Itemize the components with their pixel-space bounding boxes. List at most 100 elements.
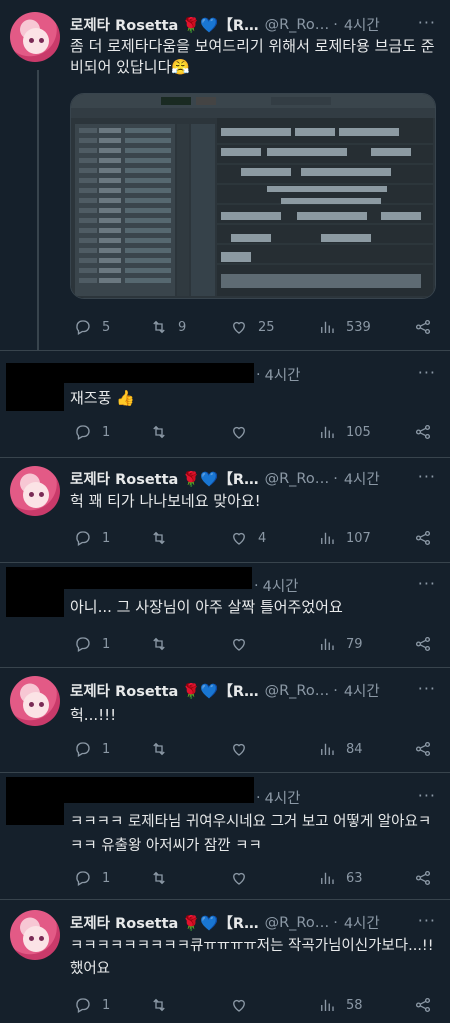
share-button[interactable] bbox=[414, 869, 432, 887]
timestamp[interactable]: 4시간 bbox=[344, 912, 380, 933]
reply-icon bbox=[76, 320, 90, 335]
share-button[interactable] bbox=[414, 423, 432, 441]
share-icon bbox=[415, 636, 431, 652]
views-button[interactable]: 105 bbox=[318, 423, 371, 441]
reply-button[interactable]: 1 bbox=[74, 635, 110, 653]
tweet-header: · 4시간 bbox=[254, 575, 299, 596]
timestamp[interactable]: 4시간 bbox=[263, 575, 299, 596]
share-button[interactable] bbox=[414, 740, 432, 758]
display-name[interactable]: 로제타 Rosetta bbox=[70, 680, 178, 701]
tweet-text: 헉 꽤 티가 나나보네요 맞아요! bbox=[70, 492, 261, 510]
views-button[interactable]: 63 bbox=[318, 869, 363, 887]
tweet-header: · 4시간 bbox=[256, 364, 301, 385]
views-button[interactable]: 79 bbox=[318, 635, 363, 653]
timestamp[interactable]: 4시간 bbox=[344, 680, 380, 701]
tweet[interactable]: 로제타 Rosetta 🌹💙【R… @R_Ro… · 4시간 ··· ㅋㅋㅋㅋㅋ… bbox=[0, 900, 450, 1023]
more-icon[interactable]: ··· bbox=[418, 363, 436, 382]
views-icon bbox=[321, 321, 334, 333]
tweet-image[interactable] bbox=[70, 93, 436, 299]
reply-button[interactable]: 1 bbox=[74, 869, 110, 887]
tweet-text: 아니... 그 사장님이 아주 살짝 틀어주었어요 bbox=[70, 598, 343, 616]
views-button[interactable]: 58 bbox=[318, 996, 363, 1014]
timestamp[interactable]: 4시간 bbox=[265, 787, 301, 808]
share-button[interactable] bbox=[414, 635, 432, 653]
timestamp[interactable]: 4시간 bbox=[265, 364, 301, 385]
share-button[interactable] bbox=[414, 318, 432, 336]
tweet-header: 로제타 Rosetta 🌹💙【R… @R_Ro… · 4시간 bbox=[70, 912, 380, 933]
display-name[interactable]: 로제타 Rosetta bbox=[70, 468, 178, 489]
name-badges: 🌹💙【R… bbox=[182, 18, 259, 34]
share-button[interactable] bbox=[414, 996, 432, 1014]
avatar[interactable] bbox=[10, 466, 60, 516]
tweet-actions: 5 9 25 539 bbox=[70, 316, 440, 338]
retweet-button[interactable] bbox=[150, 869, 168, 887]
retweet-button[interactable] bbox=[150, 740, 168, 758]
user-handle[interactable]: @R_Ro… bbox=[265, 17, 330, 33]
like-icon bbox=[233, 426, 245, 439]
views-button[interactable]: 84 bbox=[318, 740, 363, 758]
retweet-icon bbox=[153, 998, 165, 1012]
views-icon bbox=[321, 872, 334, 884]
share-button[interactable] bbox=[414, 529, 432, 547]
like-button[interactable] bbox=[230, 996, 248, 1014]
like-icon bbox=[233, 532, 245, 545]
retweet-button[interactable] bbox=[150, 529, 168, 547]
user-handle[interactable]: @R_Ro… bbox=[265, 471, 330, 487]
like-button[interactable] bbox=[230, 740, 248, 758]
tweet[interactable]: 로제타 Rosetta 🌹💙【R… @R_Ro… · 4시간 ··· 헉...!… bbox=[0, 668, 450, 772]
reply-count: 1 bbox=[102, 741, 111, 757]
name-badges: 🌹💙【R… bbox=[182, 472, 259, 488]
like-icon bbox=[233, 999, 245, 1012]
retweet-button[interactable]: 9 bbox=[150, 318, 186, 336]
reply-icon bbox=[76, 871, 90, 886]
timestamp[interactable]: 4시간 bbox=[344, 468, 380, 489]
timestamp[interactable]: 4시간 bbox=[344, 14, 380, 35]
tweet-header: · 4시간 bbox=[256, 787, 301, 808]
reply-button[interactable]: 1 bbox=[74, 996, 110, 1014]
tweet-actions: 1 79 bbox=[70, 633, 440, 655]
tweet[interactable]: 로제타 Rosetta 🌹💙【R… @R_Ro… · 4시간 ··· 헉 꽤 티… bbox=[0, 458, 450, 562]
retweet-button[interactable] bbox=[150, 423, 168, 441]
reply-count: 1 bbox=[102, 530, 111, 546]
retweet-button[interactable] bbox=[150, 635, 168, 653]
more-icon[interactable]: ··· bbox=[418, 911, 436, 930]
more-icon[interactable]: ··· bbox=[418, 467, 436, 486]
reply-button[interactable]: 1 bbox=[74, 740, 110, 758]
like-button[interactable] bbox=[230, 869, 248, 887]
avatar[interactable] bbox=[10, 910, 60, 960]
reply-button[interactable]: 1 bbox=[74, 529, 110, 547]
tweet-header: 로제타 Rosetta 🌹💙【R… @R_Ro… · 4시간 bbox=[70, 468, 380, 489]
reply-button[interactable]: 5 bbox=[74, 318, 110, 336]
like-button[interactable]: 4 bbox=[230, 529, 266, 547]
redacted-user-name bbox=[64, 363, 254, 383]
views-count: 58 bbox=[346, 997, 363, 1013]
like-button[interactable] bbox=[230, 635, 248, 653]
views-count: 105 bbox=[346, 424, 371, 440]
retweet-icon bbox=[153, 637, 165, 651]
separator-dot: · bbox=[333, 682, 338, 699]
avatar[interactable] bbox=[10, 12, 60, 62]
share-icon bbox=[415, 870, 431, 886]
tweet-actions: 1 84 bbox=[70, 738, 440, 760]
user-handle[interactable]: @R_Ro… bbox=[265, 683, 330, 699]
tweet[interactable]: · 4시간 ··· 아니... 그 사장님이 아주 살짝 틀어주었어요 1 79 bbox=[0, 563, 450, 667]
reply-button[interactable]: 1 bbox=[74, 423, 110, 441]
retweet-button[interactable] bbox=[150, 996, 168, 1014]
like-button[interactable]: 25 bbox=[230, 318, 275, 336]
user-handle[interactable]: @R_Ro… bbox=[265, 915, 330, 931]
views-button[interactable]: 539 bbox=[318, 318, 371, 336]
views-count: 539 bbox=[346, 319, 371, 335]
like-button[interactable] bbox=[230, 423, 248, 441]
tweet[interactable]: · 4시간 ··· 재즈풍 👍 1 105 bbox=[0, 351, 450, 457]
like-count: 4 bbox=[258, 530, 267, 546]
views-button[interactable]: 107 bbox=[318, 529, 371, 547]
avatar[interactable] bbox=[10, 676, 60, 726]
display-name[interactable]: 로제타 Rosetta bbox=[70, 14, 178, 35]
display-name[interactable]: 로제타 Rosetta bbox=[70, 912, 178, 933]
tweet[interactable]: · 4시간 ··· ㅋㅋㅋㅋ 로제타님 귀여우시네요 그거 보고 어떻게 알아요… bbox=[0, 773, 450, 899]
more-icon[interactable]: ··· bbox=[418, 13, 436, 32]
more-icon[interactable]: ··· bbox=[418, 679, 436, 698]
more-icon[interactable]: ··· bbox=[418, 574, 436, 593]
more-icon[interactable]: ··· bbox=[418, 786, 436, 805]
tweet[interactable]: 로제타 Rosetta 🌹💙【R… @R_Ro… · 4시간 ··· 좀 더 로… bbox=[0, 0, 450, 350]
